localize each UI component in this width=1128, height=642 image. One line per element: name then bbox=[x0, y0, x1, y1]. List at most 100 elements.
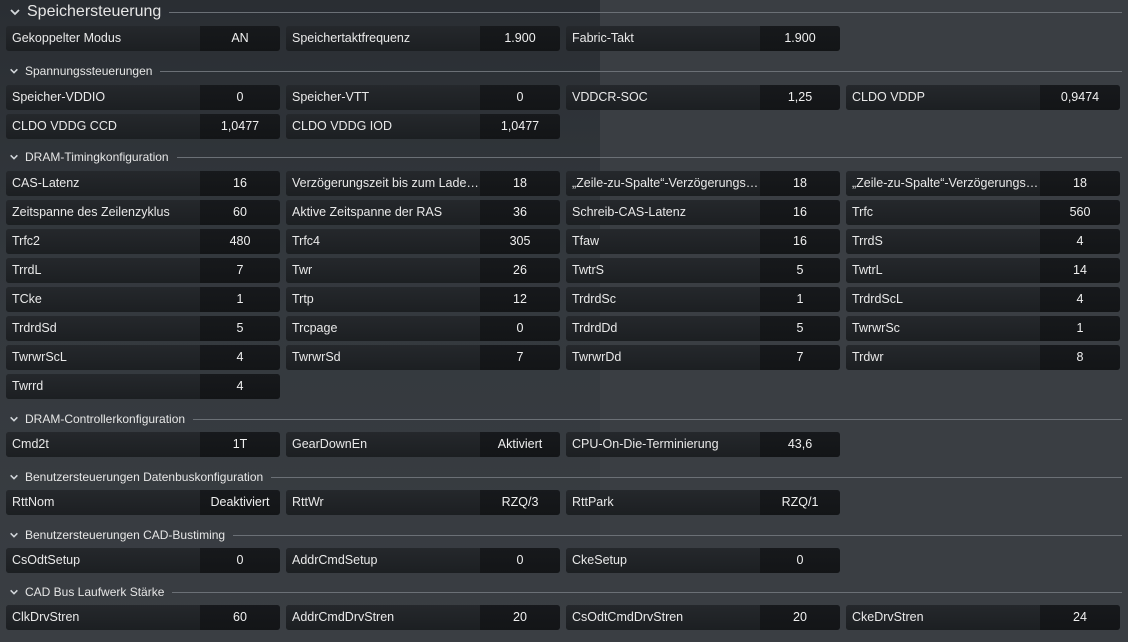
setting-twrwrscl[interactable]: TwrwrScL 4 bbox=[6, 345, 280, 370]
setting-tcke[interactable]: TCke 1 bbox=[6, 287, 280, 312]
setting-value[interactable]: 1 bbox=[200, 287, 280, 312]
setting-value[interactable]: 8 bbox=[1040, 345, 1120, 370]
setting-value[interactable]: 0,9474 bbox=[1040, 85, 1120, 110]
setting-twrwrsd[interactable]: TwrwrSd 7 bbox=[286, 345, 560, 370]
setting-cldo-vddg-iod[interactable]: CLDO VDDG IOD 1,0477 bbox=[286, 114, 560, 139]
setting-value[interactable]: 60 bbox=[200, 200, 280, 225]
setting-value[interactable]: 0 bbox=[480, 316, 560, 341]
setting-trc[interactable]: Zeitspanne des Zeilenzyklus 60 bbox=[6, 200, 280, 225]
setting-value[interactable]: RZQ/1 bbox=[760, 490, 840, 515]
setting-addrcmddrvstren[interactable]: AddrCmdDrvStren 20 bbox=[286, 605, 560, 630]
setting-twr[interactable]: Twr 26 bbox=[286, 258, 560, 283]
setting-value[interactable]: 36 bbox=[480, 200, 560, 225]
setting-twrwrsc[interactable]: TwrwrSc 1 bbox=[846, 316, 1120, 341]
setting-twrwrdd[interactable]: TwrwrDd 7 bbox=[566, 345, 840, 370]
setting-value[interactable]: 560 bbox=[1040, 200, 1120, 225]
setting-value[interactable]: 20 bbox=[480, 605, 560, 630]
setting-trdrdsc[interactable]: TrdrdSc 1 bbox=[566, 287, 840, 312]
setting-value[interactable]: Deaktiviert bbox=[200, 490, 280, 515]
setting-value[interactable]: 7 bbox=[480, 345, 560, 370]
setting-value[interactable]: 7 bbox=[760, 345, 840, 370]
setting-value[interactable]: 1 bbox=[1040, 316, 1120, 341]
setting-trtp[interactable]: Trtp 12 bbox=[286, 287, 560, 312]
setting-value[interactable]: 16 bbox=[760, 229, 840, 254]
setting-trdrdscl[interactable]: TrdrdScL 4 bbox=[846, 287, 1120, 312]
setting-value[interactable]: 20 bbox=[760, 605, 840, 630]
setting-value[interactable]: 16 bbox=[760, 200, 840, 225]
setting-cmd2t[interactable]: Cmd2t 1T bbox=[6, 432, 280, 457]
setting-value[interactable]: 18 bbox=[1040, 171, 1120, 196]
setting-value[interactable]: 4 bbox=[1040, 287, 1120, 312]
setting-value[interactable]: Aktiviert bbox=[480, 432, 560, 457]
setting-geardownen[interactable]: GearDownEn Aktiviert bbox=[286, 432, 560, 457]
section-header-speichersteuerung[interactable]: Speichersteuerung bbox=[8, 3, 1122, 21]
setting-trrdl[interactable]: TrrdL 7 bbox=[6, 258, 280, 283]
setting-twrrd[interactable]: Twrrd 4 bbox=[6, 374, 280, 399]
setting-value[interactable]: 0 bbox=[480, 548, 560, 573]
setting-trp[interactable]: Verzögerungszeit bis zum Laden ... 18 bbox=[286, 171, 560, 196]
setting-ckesetup[interactable]: CkeSetup 0 bbox=[566, 548, 840, 573]
setting-value[interactable]: 1,0477 bbox=[480, 114, 560, 139]
setting-tras[interactable]: Aktive Zeitspanne der RAS 36 bbox=[286, 200, 560, 225]
setting-addrcmdsetup[interactable]: AddrCmdSetup 0 bbox=[286, 548, 560, 573]
setting-value[interactable]: 26 bbox=[480, 258, 560, 283]
chevron-down-icon[interactable] bbox=[8, 5, 22, 19]
setting-value[interactable]: 1.900 bbox=[480, 26, 560, 51]
setting-value[interactable]: 12 bbox=[480, 287, 560, 312]
setting-trfc[interactable]: Trfc 560 bbox=[846, 200, 1120, 225]
setting-value[interactable]: 5 bbox=[760, 316, 840, 341]
setting-rttwr[interactable]: RttWr RZQ/3 bbox=[286, 490, 560, 515]
setting-value[interactable]: 1T bbox=[200, 432, 280, 457]
setting-value[interactable]: 0 bbox=[200, 85, 280, 110]
setting-value[interactable]: 4 bbox=[200, 345, 280, 370]
section-header-cad-staerke[interactable]: CAD Bus Laufwerk Stärke bbox=[8, 585, 1122, 599]
setting-trcpage[interactable]: Trcpage 0 bbox=[286, 316, 560, 341]
setting-value[interactable]: 7 bbox=[200, 258, 280, 283]
chevron-down-icon[interactable] bbox=[8, 413, 20, 425]
setting-speicher-vddio[interactable]: Speicher-VDDIO 0 bbox=[6, 85, 280, 110]
setting-value[interactable]: 305 bbox=[480, 229, 560, 254]
setting-csodtcmddrvstren[interactable]: CsOdtCmdDrvStren 20 bbox=[566, 605, 840, 630]
setting-trcd-read[interactable]: „Zeile-zu-Spalte“-Verzögerungsze... 18 bbox=[566, 171, 840, 196]
setting-cpu-odt[interactable]: CPU-On-Die-Terminierung 43,6 bbox=[566, 432, 840, 457]
setting-clkdrvstren[interactable]: ClkDrvStren 60 bbox=[6, 605, 280, 630]
setting-value[interactable]: 0 bbox=[760, 548, 840, 573]
setting-rttnom[interactable]: RttNom Deaktiviert bbox=[6, 490, 280, 515]
setting-trdrddd[interactable]: TrdrdDd 5 bbox=[566, 316, 840, 341]
setting-value[interactable]: 1,0477 bbox=[200, 114, 280, 139]
setting-value[interactable]: 0 bbox=[200, 548, 280, 573]
setting-value[interactable]: 1.900 bbox=[760, 26, 840, 51]
setting-value[interactable]: 1,25 bbox=[760, 85, 840, 110]
setting-value[interactable]: 18 bbox=[760, 171, 840, 196]
setting-value[interactable]: 24 bbox=[1040, 605, 1120, 630]
chevron-down-icon[interactable] bbox=[8, 529, 20, 541]
section-header-dram-timing[interactable]: DRAM-Timingkonfiguration bbox=[8, 150, 1122, 164]
section-header-spannungssteuerungen[interactable]: Spannungssteuerungen bbox=[8, 64, 1122, 78]
chevron-down-icon[interactable] bbox=[8, 151, 20, 163]
setting-twtrl[interactable]: TwtrL 14 bbox=[846, 258, 1120, 283]
setting-value[interactable]: 16 bbox=[200, 171, 280, 196]
setting-trcd-write[interactable]: „Zeile-zu-Spalte“-Verzögerungsze... 18 bbox=[846, 171, 1120, 196]
setting-gekoppelter-modus[interactable]: Gekoppelter Modus AN bbox=[6, 26, 280, 51]
chevron-down-icon[interactable] bbox=[8, 586, 20, 598]
setting-csodtsetup[interactable]: CsOdtSetup 0 bbox=[6, 548, 280, 573]
setting-value[interactable]: 18 bbox=[480, 171, 560, 196]
section-header-datenbus[interactable]: Benutzersteuerungen Datenbuskonfiguratio… bbox=[8, 470, 1122, 484]
setting-value[interactable]: 14 bbox=[1040, 258, 1120, 283]
setting-ckedrvstren[interactable]: CkeDrvStren 24 bbox=[846, 605, 1120, 630]
setting-value[interactable]: AN bbox=[200, 26, 280, 51]
setting-rttpark[interactable]: RttPark RZQ/1 bbox=[566, 490, 840, 515]
setting-cldo-vddg-ccd[interactable]: CLDO VDDG CCD 1,0477 bbox=[6, 114, 280, 139]
setting-speichertaktfrequenz[interactable]: Speichertaktfrequenz 1.900 bbox=[286, 26, 560, 51]
setting-trfc4[interactable]: Trfc4 305 bbox=[286, 229, 560, 254]
setting-cas-latenz[interactable]: CAS-Latenz 16 bbox=[6, 171, 280, 196]
setting-value[interactable]: RZQ/3 bbox=[480, 490, 560, 515]
setting-value[interactable]: 4 bbox=[200, 374, 280, 399]
chevron-down-icon[interactable] bbox=[8, 65, 20, 77]
setting-cldo-vddp[interactable]: CLDO VDDP 0,9474 bbox=[846, 85, 1120, 110]
setting-trdwr[interactable]: Trdwr 8 bbox=[846, 345, 1120, 370]
setting-value[interactable]: 1 bbox=[760, 287, 840, 312]
setting-tfaw[interactable]: Tfaw 16 bbox=[566, 229, 840, 254]
setting-value[interactable]: 0 bbox=[480, 85, 560, 110]
setting-value[interactable]: 480 bbox=[200, 229, 280, 254]
